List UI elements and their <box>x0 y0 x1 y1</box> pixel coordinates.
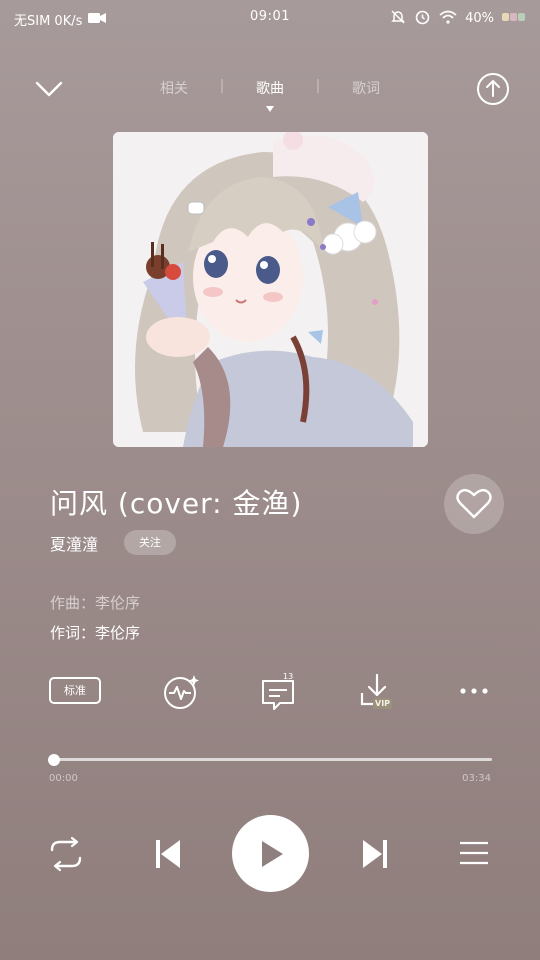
comments-button[interactable]: 13 <box>260 672 300 712</box>
lyricist-credit: 作词：李伦序 <box>50 624 141 642</box>
artist-name[interactable]: 夏潼潼 <box>50 531 98 555</box>
total-time: 03:34 <box>462 773 491 784</box>
loop-icon <box>50 836 82 872</box>
battery-text: 40% <box>465 11 494 26</box>
skip-next-icon <box>363 840 387 868</box>
like-button[interactable] <box>444 474 504 534</box>
playlist-button[interactable] <box>454 834 494 874</box>
status-bar: 无SIM 0K/s 09:01 40% <box>0 0 540 36</box>
playlist-icon <box>460 841 488 865</box>
composer-credit: 作曲：李伦序 <box>50 594 141 612</box>
skip-previous-icon <box>156 840 180 868</box>
status-right: 40% <box>390 8 526 29</box>
tab-lyrics[interactable]: 歌词 <box>321 78 411 98</box>
heart-icon <box>456 488 492 519</box>
progress-thumb[interactable] <box>48 754 60 766</box>
previous-track-button[interactable] <box>148 834 188 874</box>
album-cover <box>113 132 428 447</box>
player-tabs: 相关 | 歌曲 | 歌词 <box>0 78 540 98</box>
comment-icon <box>262 680 294 710</box>
next-track-button[interactable] <box>355 834 395 874</box>
alarm-icon <box>414 8 431 29</box>
battery-icon <box>502 11 526 27</box>
repeat-mode-button[interactable] <box>46 834 86 874</box>
follow-button[interactable]: 关注 <box>124 530 176 555</box>
quality-button[interactable]: 标准 <box>49 677 101 704</box>
song-title: 问风 (cover: 金渔) <box>50 487 303 520</box>
wifi-icon <box>439 10 457 28</box>
download-button[interactable]: VIP <box>359 672 399 712</box>
play-button[interactable] <box>232 815 309 892</box>
more-options-button[interactable] <box>455 672 495 712</box>
comment-count: 13 <box>283 672 294 681</box>
mute-bell-icon <box>390 9 406 29</box>
vip-badge: VIP <box>373 698 393 709</box>
tab-related[interactable]: 相关 <box>129 78 219 98</box>
progress-track[interactable] <box>54 758 492 761</box>
tab-song[interactable]: 歌曲 <box>225 78 315 98</box>
elapsed-time: 00:00 <box>49 773 78 784</box>
active-tab-indicator <box>266 106 274 112</box>
play-icon <box>261 840 283 867</box>
sound-effect-icon <box>164 675 199 709</box>
share-button[interactable] <box>476 72 510 108</box>
more-icon <box>460 688 488 694</box>
sound-effect-button[interactable] <box>162 672 202 712</box>
